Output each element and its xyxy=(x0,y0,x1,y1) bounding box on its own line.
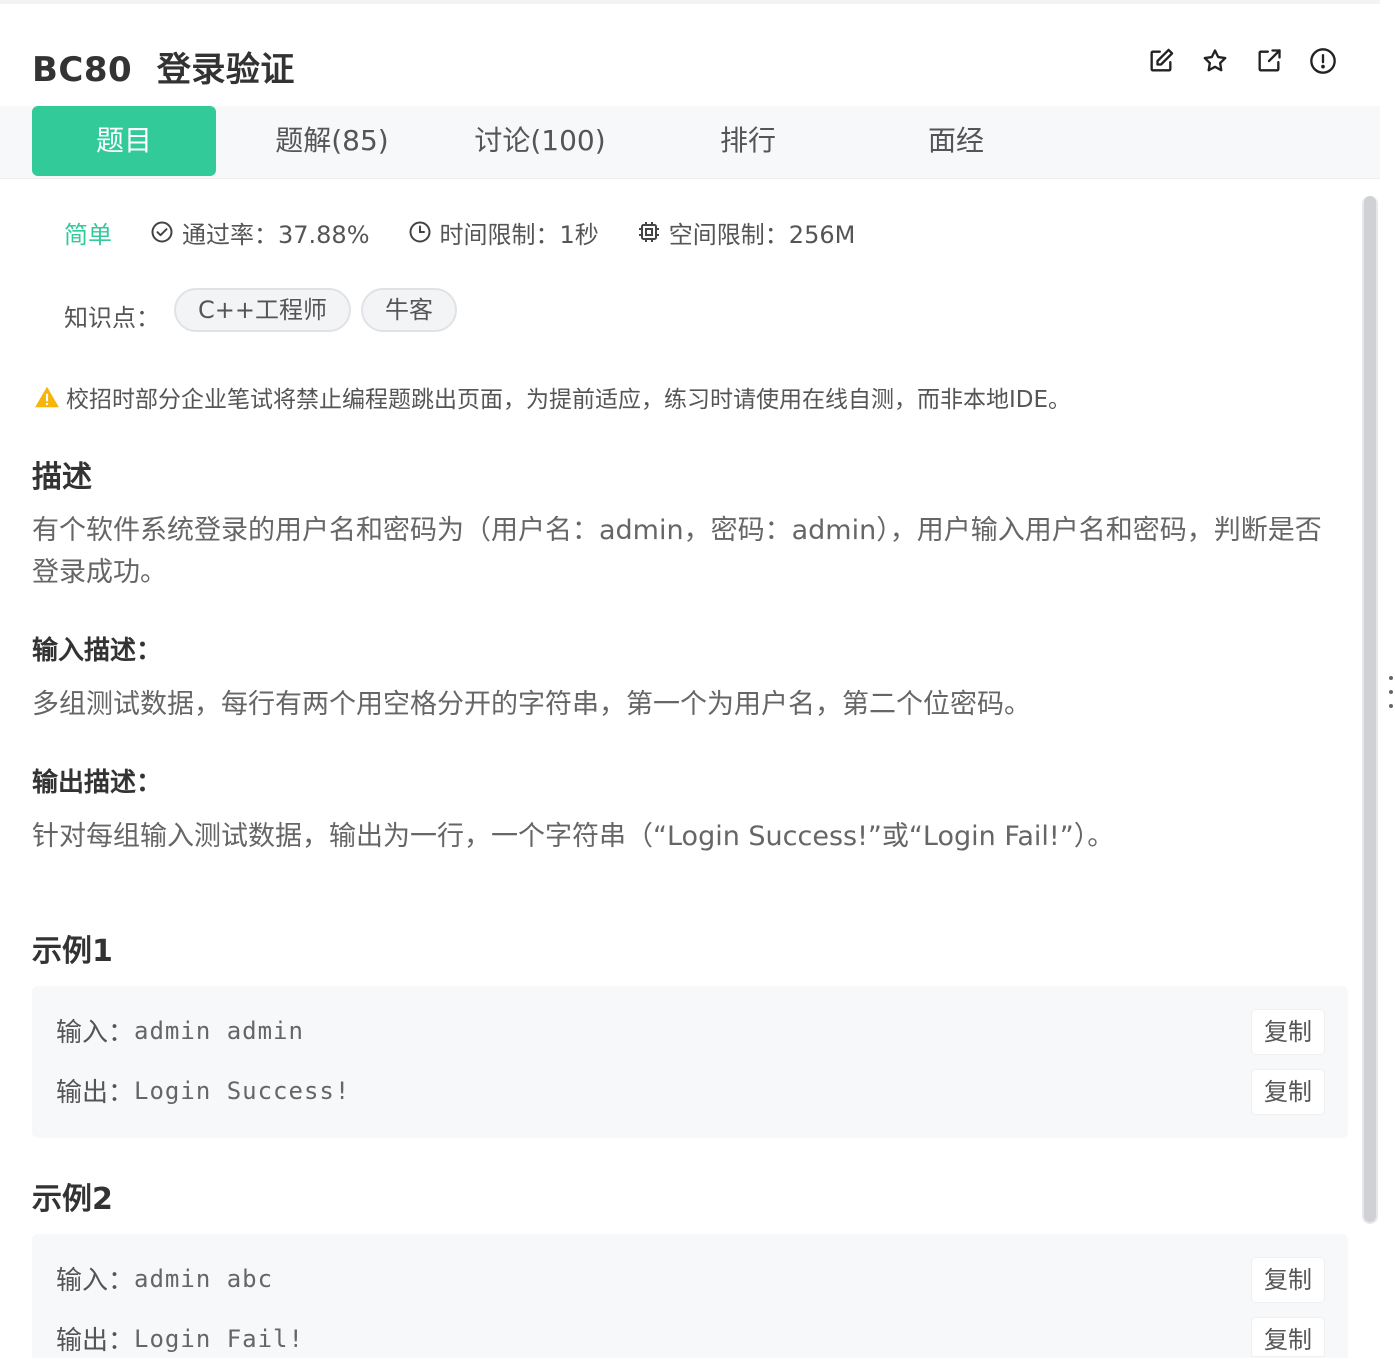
chip-icon xyxy=(638,222,659,242)
example1-output-value: Login Success! xyxy=(134,1076,351,1105)
example1-output-row: 输出： Login Success! xyxy=(56,1072,350,1109)
input-label: 输入： xyxy=(56,1266,135,1296)
resize-handle[interactable] xyxy=(1388,676,1394,708)
example2-input-row: 输入： admin abc xyxy=(56,1260,273,1297)
input-desc-text: 多组测试数据，每行有两个用空格分开的字符串，第一个为用户名，第二个位密码。 xyxy=(32,689,1031,720)
output-desc-text: 针对每组输入测试数据，输出为一行，一个字符串（“Login Success!”或… xyxy=(32,821,1115,852)
share-icon[interactable] xyxy=(1254,46,1284,76)
check-circle-icon xyxy=(151,221,173,243)
output-label: 输出： xyxy=(56,1326,135,1356)
page-title: BC80 登录验证 xyxy=(32,50,295,90)
header-actions xyxy=(1146,46,1338,76)
tab-problem[interactable]: 题目 xyxy=(32,106,216,176)
copy-button[interactable]: 复制 xyxy=(1252,1318,1324,1356)
time-limit: 时间限制：1秒 xyxy=(408,215,599,250)
problem-header: BC80 登录验证 xyxy=(0,4,1380,106)
pass-rate-text: 通过率：37.88% xyxy=(182,220,370,249)
output-desc-heading: 输出描述： xyxy=(32,768,163,798)
copy-button[interactable]: 复制 xyxy=(1252,1258,1324,1302)
report-icon[interactable] xyxy=(1308,46,1338,76)
problem-meta: 简单 通过率：37.88% 时间限制：1秒 空间限制：256M xyxy=(64,214,893,250)
warning-text: 校招时部分企业笔试将禁止编程题跳出页面，为提前适应，练习时请使用在线自测，而非本… xyxy=(66,387,1072,413)
example1-input-value: admin admin xyxy=(134,1016,304,1045)
description-text: 有个软件系统登录的用户名和密码为（用户名：admin，密码：admin），用户输… xyxy=(32,515,1322,588)
time-limit-text: 时间限制：1秒 xyxy=(439,220,599,249)
tag-chip[interactable]: 牛客 xyxy=(360,287,457,332)
knowledge-label: 知识点： xyxy=(64,304,160,332)
tab-interview[interactable]: 面经 xyxy=(864,106,1048,176)
copy-button[interactable]: 复制 xyxy=(1252,1070,1324,1114)
example2-output-value: Login Fail! xyxy=(134,1324,304,1353)
example1-box: 输入： admin admin 复制 输出： Login Success! 复制 xyxy=(32,986,1348,1138)
tab-solutions[interactable]: 题解(85) xyxy=(240,106,424,176)
warning-notice: 校招时部分企业笔试将禁止编程题跳出页面，为提前适应，练习时请使用在线自测，而非本… xyxy=(34,380,1071,414)
example2-box: 输入： admin abc 复制 输出： Login Fail! 复制 xyxy=(32,1234,1348,1358)
space-limit: 空间限制：256M xyxy=(637,215,856,250)
pass-rate: 通过率：37.88% xyxy=(150,215,370,250)
example1-heading: 示例1 xyxy=(32,934,113,969)
output-label: 输出： xyxy=(56,1078,135,1108)
clock-icon xyxy=(409,221,431,243)
example2-heading: 示例2 xyxy=(32,1182,113,1217)
input-desc-heading: 输入描述： xyxy=(32,636,163,666)
copy-button[interactable]: 复制 xyxy=(1252,1010,1324,1054)
description-heading: 描述 xyxy=(32,460,92,495)
tab-discussion[interactable]: 讨论(100) xyxy=(448,106,632,176)
example2-input-value: admin abc xyxy=(134,1264,274,1293)
example2-output-row: 输出： Login Fail! xyxy=(56,1320,304,1357)
star-icon[interactable] xyxy=(1200,46,1230,76)
input-label: 输入： xyxy=(56,1018,135,1048)
tag-chip[interactable]: C++工程师 xyxy=(174,287,351,332)
example1-input-row: 输入： admin admin xyxy=(56,1012,304,1049)
edit-icon[interactable] xyxy=(1146,46,1176,76)
warning-icon xyxy=(35,386,59,408)
difficulty-badge: 简单 xyxy=(64,220,112,249)
knowledge-points: 知识点： C++工程师 牛客 xyxy=(64,286,467,333)
scrollbar-thumb[interactable] xyxy=(1364,196,1376,1222)
tab-ranking[interactable]: 排行 xyxy=(656,106,840,176)
space-limit-text: 空间限制：256M xyxy=(668,220,856,249)
tab-bar: 题目 题解(85) 讨论(100) 排行 面经 xyxy=(0,106,1380,179)
